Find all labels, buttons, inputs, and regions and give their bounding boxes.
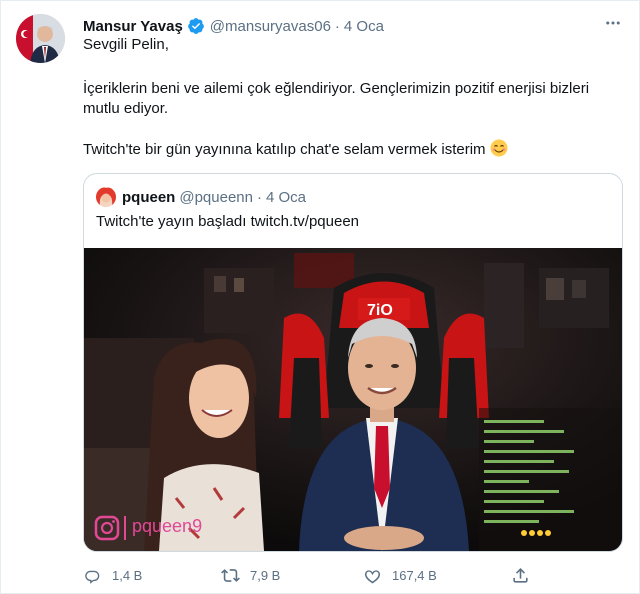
tweet-greeting: Sevgili Pelin, [83, 36, 169, 53]
reply-icon [85, 570, 100, 584]
retweet-count: 7,9 B [250, 567, 281, 583]
like-count: 167,4 B [392, 567, 437, 583]
like-button[interactable]: 167,4 B [363, 561, 437, 589]
retweet-button[interactable]: 7,9 B [221, 561, 280, 589]
retweet-icon [221, 568, 240, 582]
tweet-header: Mansur Yavaş @mansuryavas06 · 4 Oca [83, 15, 384, 37]
quoted-date[interactable]: 4 Oca [266, 189, 306, 206]
verified-badge-icon [187, 17, 205, 35]
reply-button[interactable]: 1,4 B [83, 561, 142, 589]
like-icon [364, 569, 381, 583]
share-button[interactable] [511, 561, 540, 589]
svg-text:7iO: 7iO [367, 302, 393, 319]
tweet-closing-line: Twitch'te bir gün yayınına katılıp chat'… [83, 139, 613, 160]
author-name[interactable]: Mansur Yavaş [83, 18, 183, 35]
quoted-text: Twitch'te yayın başladı twitch.tv/pqueen [96, 212, 359, 232]
author-handle[interactable]: @mansuryavas06 [210, 18, 331, 35]
smile-emoji-icon [490, 139, 508, 157]
media-watermark: pqueen9 [132, 516, 203, 536]
quoted-link[interactable]: twitch.tv/pqueen [251, 213, 359, 230]
tweet-date[interactable]: 4 Oca [344, 18, 384, 35]
reply-count: 1,4 B [112, 567, 143, 583]
quoted-author-handle[interactable]: @pqueenn [179, 189, 253, 206]
tweet-actions: 1,4 B 7,9 B 167,4 B [81, 561, 551, 589]
quoted-text-prefix: Twitch'te yayın başladı [96, 213, 251, 230]
author-avatar[interactable] [16, 14, 65, 63]
quoted-header: pqueen @pqueenn · 4 Oca [96, 186, 306, 208]
tweet-card[interactable]: Mansur Yavaş @mansuryavas06 · 4 Oca Sevg… [0, 0, 640, 594]
quoted-avatar [96, 187, 116, 207]
quoted-tweet[interactable]: pqueen @pqueenn · 4 Oca Twitch'te yayın … [83, 173, 623, 552]
separator-dot: · [334, 17, 340, 35]
more-icon[interactable] [601, 11, 625, 35]
tweet-closing: Twitch'te bir gün yayınına katılıp chat'… [83, 141, 486, 158]
separator-dot: · [256, 188, 262, 206]
quoted-author-name[interactable]: pqueen [122, 189, 175, 206]
quoted-media-image[interactable]: 7iO pqueen9 [84, 248, 622, 551]
share-icon [513, 567, 528, 583]
tweet-paragraph: İçeriklerin beni ve ailemi çok eğlendiri… [83, 80, 590, 117]
